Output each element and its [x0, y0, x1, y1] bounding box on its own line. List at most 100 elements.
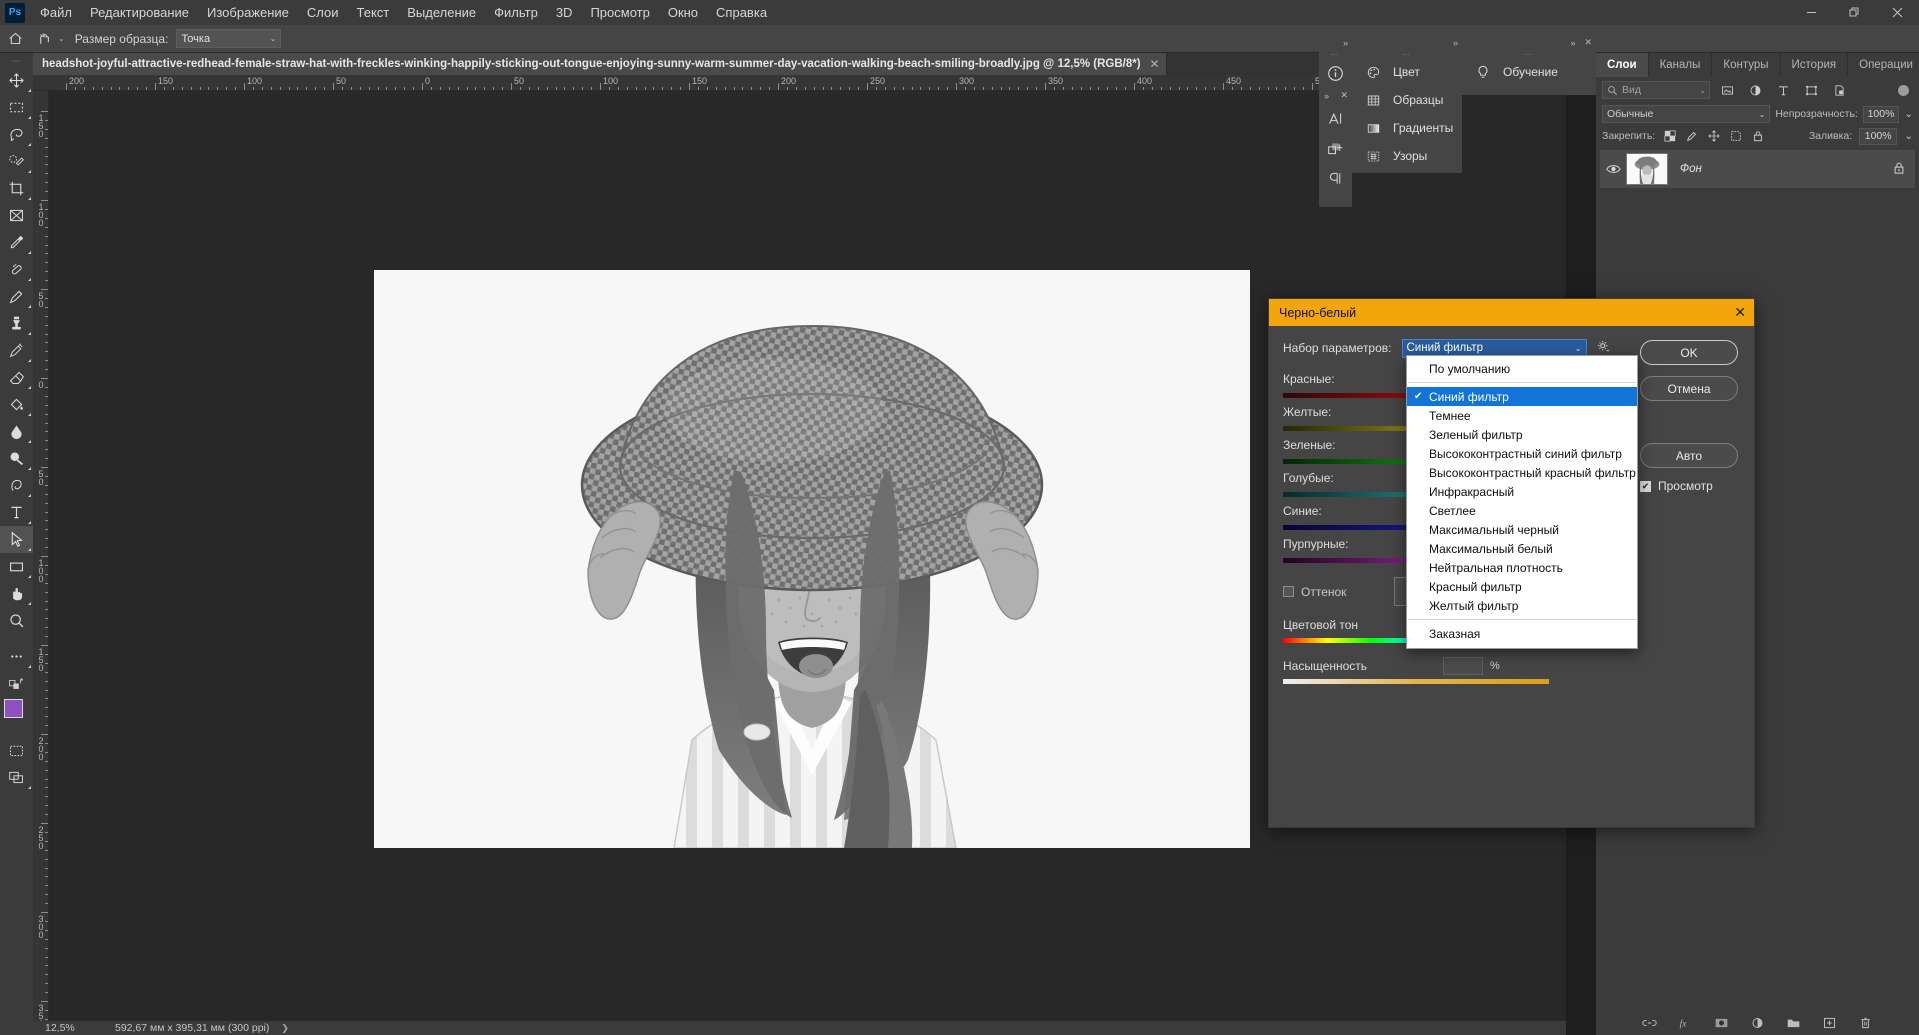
- menu-edit[interactable]: Редактирование: [81, 1, 198, 24]
- link-layers-icon[interactable]: [1642, 1017, 1657, 1032]
- panel-item-swatches[interactable]: Образцы: [1352, 86, 1462, 114]
- lock-image-icon[interactable]: [1684, 129, 1699, 144]
- layer-locked-icon[interactable]: [1893, 161, 1905, 178]
- toolbar-grip[interactable]: ⋯: [0, 55, 33, 67]
- lasso-tool[interactable]: [0, 121, 33, 148]
- menu-layer[interactable]: Слои: [298, 1, 348, 24]
- dropdown-item-default[interactable]: По умолчанию: [1407, 359, 1637, 378]
- brush-tool[interactable]: [0, 283, 33, 310]
- panel-item-gradients[interactable]: Градиенты: [1352, 114, 1462, 142]
- tab-history[interactable]: История: [1780, 53, 1849, 77]
- close-icon[interactable]: ✕: [1150, 57, 1160, 71]
- smartobject-filter-icon[interactable]: [1828, 80, 1850, 100]
- learn-dock-grip[interactable]: ⋯: [1462, 50, 1596, 59]
- quick-mask-icon[interactable]: [0, 737, 33, 764]
- new-layer-icon[interactable]: [1822, 1017, 1837, 1032]
- adjustment-filter-icon[interactable]: [1744, 80, 1766, 100]
- saturation-gradient-bar[interactable]: [1283, 679, 1549, 684]
- color-dock-expand[interactable]: »: [1352, 35, 1462, 50]
- tab-channels[interactable]: Каналы: [1648, 53, 1713, 77]
- learn-dock-close[interactable]: ✕: [1584, 37, 1592, 48]
- menu-select[interactable]: Выделение: [398, 1, 485, 24]
- layer-thumbnail[interactable]: [1626, 153, 1668, 185]
- panel-item-patterns[interactable]: Узоры: [1352, 142, 1462, 170]
- blend-mode-select[interactable]: Обычные ⌄: [1602, 105, 1771, 123]
- layer-style-icon[interactable]: fx: [1678, 1017, 1693, 1032]
- healing-brush-tool[interactable]: [0, 256, 33, 283]
- menu-view[interactable]: Просмотр: [581, 1, 658, 24]
- tab-layers[interactable]: Слои: [1596, 53, 1649, 77]
- image-filter-icon[interactable]: [1716, 80, 1738, 100]
- menu-filter[interactable]: Фильтр: [485, 1, 547, 24]
- info-icon[interactable]: [1319, 58, 1352, 88]
- lock-transparency-icon[interactable]: [1662, 129, 1677, 144]
- tint-checkbox[interactable]: [1283, 586, 1294, 597]
- panel-item-color[interactable]: Цвет: [1352, 58, 1462, 86]
- dropdown-item-high-contrast-red-filter[interactable]: Высококонтрастный красный фильтр: [1407, 463, 1637, 482]
- path-selection-tool[interactable]: [0, 526, 33, 553]
- color-swatches[interactable]: [0, 697, 33, 737]
- layer-filter-select[interactable]: Вид ⌄: [1602, 81, 1710, 99]
- menu-3d[interactable]: 3D: [547, 1, 582, 24]
- fill-value[interactable]: 100%: [1859, 127, 1898, 145]
- type-filter-icon[interactable]: [1772, 80, 1794, 100]
- paint-bucket-tool[interactable]: [0, 391, 33, 418]
- shape-filter-icon[interactable]: [1800, 80, 1822, 100]
- layer-visibility-icon[interactable]: [1600, 163, 1626, 175]
- preset-dropdown-list[interactable]: По умолчанию ✔ Синий фильтр Темнее Зелен…: [1406, 355, 1638, 649]
- table-row[interactable]: Фон: [1600, 150, 1915, 188]
- character-icon[interactable]: [1319, 103, 1352, 133]
- dialog-title-bar[interactable]: Черно-белый ✕: [1269, 299, 1754, 326]
- dropdown-item-yellow-filter[interactable]: Желтый фильтр: [1407, 596, 1637, 615]
- hand-tool[interactable]: [0, 580, 33, 607]
- layer-comps-icon[interactable]: [1319, 133, 1352, 163]
- screen-mode-icon[interactable]: [0, 764, 33, 791]
- layer-name[interactable]: Фон: [1680, 163, 1702, 175]
- status-arrow-icon[interactable]: ❯: [281, 1023, 289, 1034]
- cancel-button[interactable]: Отмена: [1640, 376, 1738, 401]
- dodge-tool[interactable]: [0, 445, 33, 472]
- restore-button[interactable]: [1833, 0, 1876, 25]
- ok-button[interactable]: OK: [1640, 340, 1738, 365]
- filter-toggle[interactable]: [1898, 84, 1909, 96]
- edit-toolbar-button[interactable]: [0, 643, 33, 670]
- current-tool-icon[interactable]: [30, 26, 58, 52]
- crop-tool[interactable]: [0, 175, 33, 202]
- home-icon[interactable]: [0, 26, 30, 52]
- minimize-button[interactable]: [1790, 0, 1833, 25]
- dropdown-item-maximum-black[interactable]: Максимальный черный: [1407, 520, 1637, 539]
- marquee-tool[interactable]: [0, 94, 33, 121]
- lock-position-icon[interactable]: [1706, 129, 1721, 144]
- new-group-icon[interactable]: [1786, 1017, 1801, 1032]
- dropdown-item-high-contrast-blue-filter[interactable]: Высококонтрастный синий фильтр: [1407, 444, 1637, 463]
- layer-mask-icon[interactable]: [1714, 1017, 1729, 1032]
- menu-window[interactable]: Окно: [659, 1, 707, 24]
- close-icon[interactable]: ✕: [1734, 304, 1746, 321]
- fill-stepper-icon[interactable]: ⌄: [1904, 130, 1913, 142]
- menu-image[interactable]: Изображение: [198, 1, 298, 24]
- dropdown-item-custom[interactable]: Заказная: [1407, 624, 1637, 643]
- clone-stamp-tool[interactable]: [0, 310, 33, 337]
- char-dock-close[interactable]: ✕: [1340, 90, 1348, 101]
- menu-type[interactable]: Текст: [348, 1, 399, 24]
- dropdown-item-darker[interactable]: Темнее: [1407, 406, 1637, 425]
- blur-tool[interactable]: [0, 418, 33, 445]
- dropdown-item-maximum-white[interactable]: Максимальный белый: [1407, 539, 1637, 558]
- eyedropper-tool[interactable]: [0, 229, 33, 256]
- eraser-tool[interactable]: [0, 364, 33, 391]
- dropdown-item-lighter[interactable]: Светлее: [1407, 501, 1637, 520]
- dropdown-item-red-filter[interactable]: Красный фильтр: [1407, 577, 1637, 596]
- frame-tool[interactable]: [0, 202, 33, 229]
- menu-file[interactable]: Файл: [31, 1, 81, 24]
- quick-selection-tool[interactable]: [0, 148, 33, 175]
- zoom-tool[interactable]: [0, 607, 33, 634]
- pen-tool[interactable]: [0, 472, 33, 499]
- color-dock-grip[interactable]: ⋯: [1352, 50, 1462, 59]
- move-tool[interactable]: [0, 67, 33, 94]
- opacity-stepper-icon[interactable]: ⌄: [1904, 108, 1913, 120]
- default-colors-icon[interactable]: [0, 670, 33, 697]
- dropdown-item-infrared[interactable]: Инфракрасный: [1407, 482, 1637, 501]
- icon-dock-expand[interactable]: »: [1319, 35, 1352, 50]
- dropdown-item-neutral-density[interactable]: Нейтральная плотность: [1407, 558, 1637, 577]
- icon-dock-grip[interactable]: ⋯: [1319, 50, 1352, 59]
